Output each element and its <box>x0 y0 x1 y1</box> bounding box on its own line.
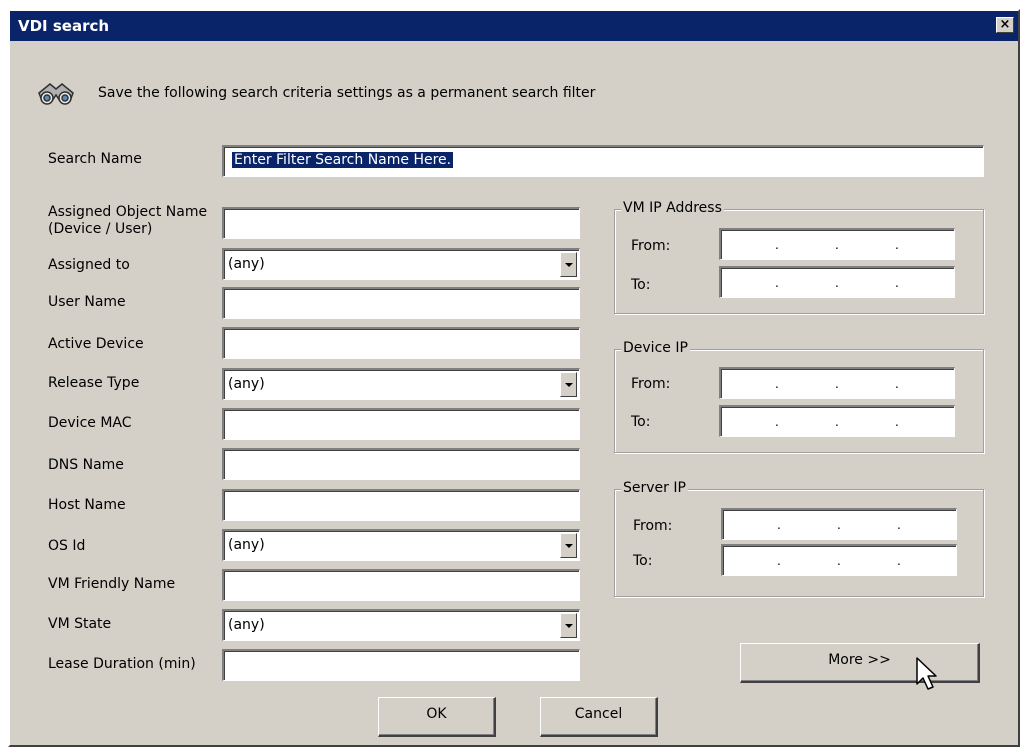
window-title: VDI search <box>18 17 110 35</box>
vm-ip-group-title: VM IP Address <box>621 200 724 216</box>
vm-state-value: (any) <box>228 617 265 633</box>
chevron-down-icon[interactable] <box>560 372 577 397</box>
release-type-select[interactable]: (any) <box>222 368 580 400</box>
dns-name-input[interactable] <box>222 448 580 480</box>
active-device-input[interactable] <box>222 327 580 359</box>
user-name-input[interactable] <box>222 287 580 319</box>
device-mac-input[interactable] <box>222 408 580 440</box>
lease-duration-input[interactable] <box>222 649 580 681</box>
vm-ip-from-label: From: <box>631 238 671 254</box>
release-type-label: Release Type <box>48 375 140 391</box>
device-ip-group-title: Device IP <box>621 340 690 356</box>
vdi-search-dialog: VDI search × Save the following search c… <box>8 9 1020 747</box>
assigned-to-label: Assigned to <box>48 257 130 273</box>
vm-state-label: VM State <box>48 616 112 632</box>
chevron-down-icon[interactable] <box>560 613 577 638</box>
user-name-label: User Name <box>48 294 126 310</box>
binoculars-icon <box>38 83 74 105</box>
header-text: Save the following search criteria setti… <box>98 85 596 101</box>
server-ip-from-label: From: <box>633 518 673 534</box>
search-name-label: Search Name <box>48 151 142 167</box>
mouse-cursor-icon <box>916 657 937 690</box>
active-device-label: Active Device <box>48 336 144 352</box>
device-ip-to-input[interactable]: . . . <box>719 405 955 437</box>
search-name-input[interactable]: Enter Filter Search Name Here. <box>222 145 984 177</box>
close-icon: × <box>999 17 1011 32</box>
os-id-value: (any) <box>228 537 265 553</box>
vm-ip-group: VM IP Address From: . . . To: . . . <box>614 200 984 314</box>
lease-duration-label: Lease Duration (min) <box>48 656 196 672</box>
vm-friendly-name-label: VM Friendly Name <box>48 576 176 592</box>
device-mac-label: Device MAC <box>48 415 132 431</box>
server-ip-from-input[interactable]: . . . <box>721 508 957 540</box>
more-button[interactable]: More >> <box>740 643 980 683</box>
server-ip-to-label: To: <box>633 553 653 569</box>
server-ip-to-input[interactable]: . . . <box>721 544 957 576</box>
device-ip-from-label: From: <box>631 376 671 392</box>
assigned-to-value: (any) <box>228 256 265 272</box>
server-ip-group: Server IP From: . . . To: . . . <box>614 480 984 597</box>
os-id-label: OS Id <box>48 538 86 554</box>
host-name-input[interactable] <box>222 489 580 521</box>
chevron-down-icon[interactable] <box>560 533 577 558</box>
assigned-object-input[interactable] <box>222 207 580 239</box>
close-button[interactable]: × <box>996 17 1014 33</box>
search-name-value: Enter Filter Search Name Here. <box>232 152 454 168</box>
vm-friendly-name-input[interactable] <box>222 569 580 601</box>
os-id-select[interactable]: (any) <box>222 529 580 561</box>
host-name-label: Host Name <box>48 497 126 513</box>
assigned-object-label: Assigned Object Name (Device / User) <box>48 204 208 237</box>
chevron-down-icon[interactable] <box>560 252 577 277</box>
device-ip-group: Device IP From: . . . To: . . . <box>614 340 984 453</box>
vm-state-select[interactable]: (any) <box>222 609 580 641</box>
title-bar[interactable]: VDI search × <box>10 11 1018 41</box>
device-ip-from-input[interactable]: . . . <box>719 367 955 399</box>
release-type-value: (any) <box>228 376 265 392</box>
vm-ip-to-label: To: <box>631 277 651 293</box>
cancel-button[interactable]: Cancel <box>540 697 658 737</box>
server-ip-group-title: Server IP <box>621 480 688 496</box>
ok-button[interactable]: OK <box>378 697 496 737</box>
device-ip-to-label: To: <box>631 414 651 430</box>
dns-name-label: DNS Name <box>48 457 124 473</box>
vm-ip-from-input[interactable]: . . . <box>719 228 955 260</box>
assigned-to-select[interactable]: (any) <box>222 248 580 280</box>
vm-ip-to-input[interactable]: . . . <box>719 266 955 298</box>
